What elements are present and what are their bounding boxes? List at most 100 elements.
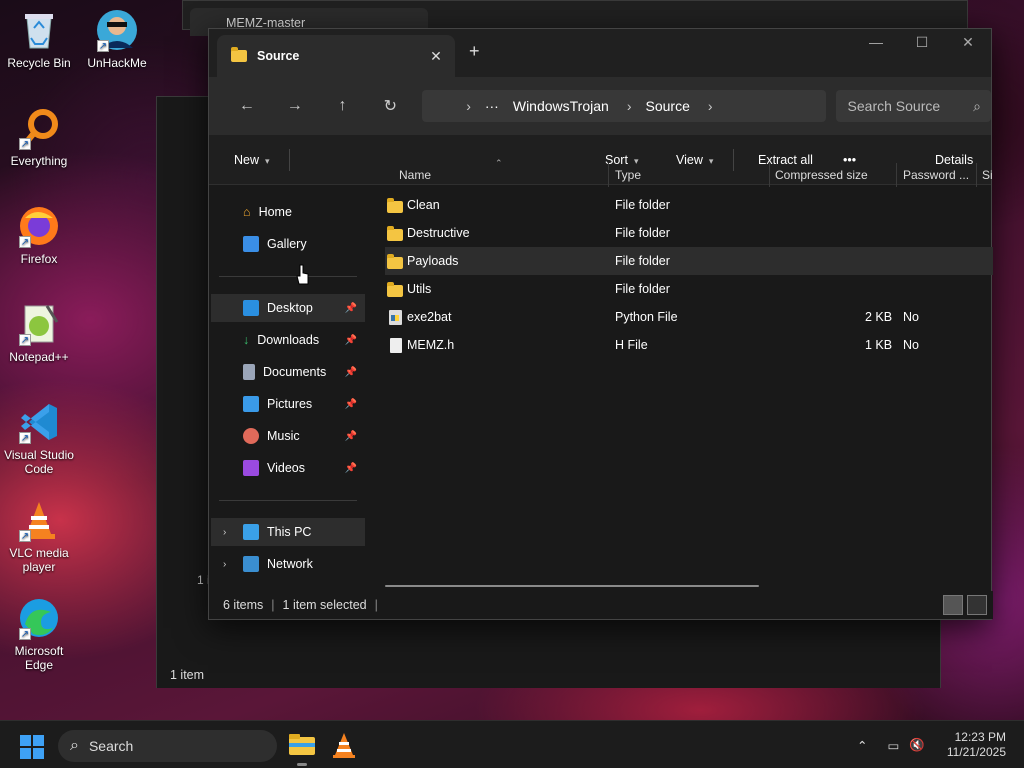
pin-icon[interactable]: 📌	[345, 399, 357, 410]
desktop-icon-recycle-bin[interactable]: Recycle Bin	[0, 8, 78, 70]
address-bar[interactable]: › ··· WindowsTrojan › Source ›	[422, 90, 826, 122]
forward-button[interactable]: →	[271, 97, 319, 115]
back-button[interactable]: ←	[223, 97, 271, 115]
sidebar-item-music[interactable]: Music 📌	[211, 422, 365, 450]
home-icon: ⌂	[243, 205, 251, 219]
chevron-right-icon[interactable]: ›	[466, 98, 471, 114]
desktop-icon-edge[interactable]: ↗ Microsoft Edge	[0, 596, 78, 672]
horizontal-scrollbar[interactable]	[385, 585, 759, 587]
new-button[interactable]: New ▾	[234, 153, 270, 167]
pin-icon[interactable]: 📌	[345, 335, 357, 346]
breadcrumb-source[interactable]: Source	[646, 98, 690, 114]
title-bar[interactable]: Source ✕ + — ☐ ✕	[209, 29, 991, 77]
file-password: No	[903, 338, 919, 352]
pin-icon[interactable]: 📌	[345, 303, 357, 314]
sidebar-item-videos[interactable]: Videos 📌	[211, 454, 365, 482]
taskbar-search[interactable]: ⌕ Search	[58, 730, 277, 762]
chevron-right-icon[interactable]: ›	[708, 98, 713, 114]
volume-muted-icon[interactable]: 🔇	[909, 738, 925, 753]
chevron-up-icon[interactable]: ⌃	[857, 738, 867, 753]
start-button[interactable]	[20, 735, 44, 759]
taskbar-vlc[interactable]	[328, 729, 360, 761]
sidebar-item-label: This PC	[267, 525, 312, 539]
close-window-button[interactable]: ✕	[945, 29, 991, 57]
file-compressed-size: 1 KB	[865, 338, 893, 352]
file-row-utils[interactable]: Utils File folder	[385, 275, 993, 303]
desktop-icon-vlc[interactable]: ↗ VLC media player	[0, 498, 78, 574]
file-row-clean[interactable]: Clean File folder	[385, 191, 993, 219]
file-name: Destructive	[407, 226, 470, 240]
edge-icon: ↗	[17, 596, 61, 640]
sidebar-item-network[interactable]: › Network	[211, 550, 365, 578]
column-header-name[interactable]: Name	[399, 168, 431, 182]
chevron-right-icon[interactable]: ›	[223, 559, 226, 570]
column-divider[interactable]	[608, 163, 609, 187]
sidebar-item-gallery[interactable]: Gallery	[211, 230, 365, 258]
maximize-button[interactable]: ☐	[899, 29, 945, 57]
column-header-compressed-size[interactable]: Compressed size	[775, 168, 868, 182]
details-view-button[interactable]	[943, 595, 963, 615]
desktop-icon-label: Firefox	[20, 252, 58, 266]
shortcut-arrow-icon: ↗	[19, 432, 31, 444]
sidebar-item-pictures[interactable]: Pictures 📌	[211, 390, 365, 418]
close-tab-icon[interactable]: ✕	[423, 48, 449, 65]
desktop-icon-everything[interactable]: ↗ Everything	[0, 106, 78, 168]
file-row-destructive[interactable]: Destructive File folder	[385, 219, 993, 247]
refresh-button[interactable]: ↻	[366, 96, 414, 116]
new-tab-button[interactable]: +	[469, 41, 480, 62]
explorer-window[interactable]: Source ✕ + — ☐ ✕ ← → ↑ ↻ › ··· WindowsTr…	[208, 28, 993, 620]
file-row-payloads[interactable]: Payloads File folder	[385, 247, 993, 275]
desktop-icon-firefox[interactable]: ↗ Firefox	[0, 204, 78, 266]
file-name: Clean	[407, 198, 440, 212]
breadcrumb-windowstrojan[interactable]: WindowsTrojan	[513, 98, 609, 114]
breadcrumb-overflow[interactable]: ···	[485, 98, 499, 114]
column-divider[interactable]	[976, 163, 977, 187]
minimize-button[interactable]: —	[853, 29, 899, 57]
pin-icon[interactable]: 📌	[345, 431, 357, 442]
sidebar-item-label: Music	[267, 429, 300, 443]
column-header-size[interactable]: Si	[982, 168, 993, 182]
desktop-icon-label: VLC media player	[9, 546, 69, 574]
column-header-password[interactable]: Password ...	[903, 168, 969, 182]
desktop-icon-label: Recycle Bin	[7, 56, 71, 70]
file-list: Name ⌃ Type Compressed size Password ...…	[385, 158, 993, 587]
file-name: Utils	[407, 282, 432, 296]
file-row-memz-h[interactable]: MEMZ.h H File 1 KB No	[385, 331, 993, 359]
desktop-icon-vscode[interactable]: ↗ Visual Studio Code	[0, 400, 78, 476]
divider	[289, 149, 290, 171]
shortcut-arrow-icon: ↗	[19, 628, 31, 640]
desktop-icon-notepadpp[interactable]: ↗ Notepad++	[0, 302, 78, 364]
chevron-right-icon[interactable]: ›	[223, 527, 226, 538]
sidebar-item-home[interactable]: ⌂ Home	[211, 198, 365, 226]
file-explorer-icon	[289, 734, 315, 755]
sidebar-item-documents[interactable]: Documents 📌	[211, 358, 365, 386]
sidebar-item-label: Downloads	[257, 333, 320, 347]
clock[interactable]: 12:23 PM 11/21/2025	[947, 730, 1024, 760]
vscode-icon: ↗	[17, 400, 61, 444]
pin-icon[interactable]: 📌	[345, 463, 357, 474]
sidebar-item-downloads[interactable]: ↓ Downloads 📌	[211, 326, 365, 354]
desktop-icon-label: Everything	[10, 154, 68, 168]
desktop-icon-unhackme[interactable]: ↗ UnHackMe	[78, 8, 156, 70]
taskbar-file-explorer[interactable]	[286, 729, 318, 766]
tab-source[interactable]: Source ✕	[217, 35, 455, 77]
file-row-exe2bat[interactable]: exe2bat Python File 2 KB No	[385, 303, 993, 331]
tiles-view-button[interactable]	[967, 595, 987, 615]
chevron-right-icon[interactable]: ›	[627, 98, 632, 114]
column-header-type[interactable]: Type	[615, 168, 641, 182]
network-icon	[243, 556, 259, 572]
column-divider[interactable]	[769, 163, 770, 187]
sidebar-item-desktop[interactable]: Desktop 📌	[211, 294, 365, 322]
folder-icon	[387, 254, 403, 269]
divider	[219, 500, 357, 501]
file-type: File folder	[615, 226, 670, 240]
network-status-icon[interactable]: ▭	[887, 738, 899, 753]
divider: |	[374, 598, 378, 612]
desktop-icon-label: Notepad++	[9, 350, 69, 364]
up-button[interactable]: ↑	[319, 97, 367, 115]
sidebar-item-this-pc[interactable]: › This PC	[211, 518, 365, 546]
status-bar: 6 items | 1 item selected |	[209, 591, 993, 619]
column-divider[interactable]	[896, 163, 897, 187]
search-input[interactable]: Search Source ⌕	[835, 90, 991, 122]
pin-icon[interactable]: 📌	[345, 367, 357, 378]
